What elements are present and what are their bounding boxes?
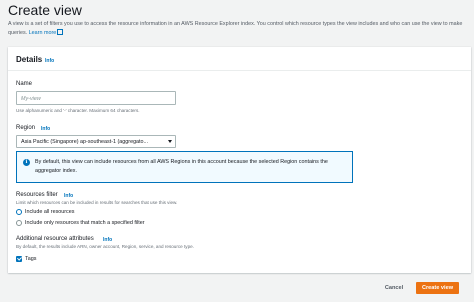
region-info-alert: i By default, this view can include reso… bbox=[16, 151, 353, 183]
resources-filter-hint: Limit which resources can be included in… bbox=[16, 200, 178, 205]
option-include-all-label[interactable]: Include all resources bbox=[25, 209, 74, 215]
name-hint: Use alphanumeric and '-' character. Maxi… bbox=[16, 108, 140, 113]
create-view-button[interactable]: Create view bbox=[416, 282, 459, 294]
region-selected-value: Asia Pacific (Singapore) ap-southeast-1 … bbox=[21, 139, 149, 145]
region-label: Region bbox=[16, 125, 36, 131]
radio-include-all[interactable] bbox=[16, 209, 22, 215]
option-include-filter-label[interactable]: Include only resources that match a spec… bbox=[25, 220, 145, 226]
additional-attributes-info-link[interactable]: Info bbox=[103, 237, 112, 243]
region-info-link[interactable]: Info bbox=[41, 126, 50, 132]
info-circle-icon: i bbox=[23, 159, 30, 166]
resources-filter-label: Resources filter bbox=[16, 192, 58, 198]
details-heading: Details bbox=[16, 55, 43, 64]
caret-down-icon bbox=[168, 140, 172, 143]
details-info-link[interactable]: Info bbox=[45, 58, 54, 64]
page-title: Create view bbox=[8, 2, 82, 18]
radio-include-filter[interactable] bbox=[16, 220, 22, 226]
name-label: Name bbox=[16, 81, 33, 87]
resources-filter-info-link[interactable]: Info bbox=[64, 193, 73, 199]
name-input[interactable]: My-view bbox=[16, 91, 176, 105]
learn-more-link[interactable]: Learn more bbox=[29, 28, 64, 36]
details-panel: Details Info Name My-view Use alphanumer… bbox=[8, 47, 471, 273]
external-link-icon bbox=[57, 28, 64, 35]
alert-text: By default, this view can include resour… bbox=[35, 158, 328, 174]
additional-attributes-label: Additional resource attributes bbox=[16, 236, 94, 242]
page-description: A view is a set of filters you use to ac… bbox=[8, 20, 474, 37]
description-text: A view is a set of filters you use to ac… bbox=[8, 21, 463, 36]
panel-header: Details Info bbox=[8, 47, 471, 71]
tags-label[interactable]: Tags bbox=[25, 256, 36, 262]
region-select[interactable]: Asia Pacific (Singapore) ap-southeast-1 … bbox=[16, 135, 176, 148]
cancel-button[interactable]: Cancel bbox=[377, 282, 411, 294]
tags-checkbox[interactable] bbox=[16, 256, 22, 262]
additional-attributes-hint: By default, the results include ARN, own… bbox=[16, 244, 194, 249]
